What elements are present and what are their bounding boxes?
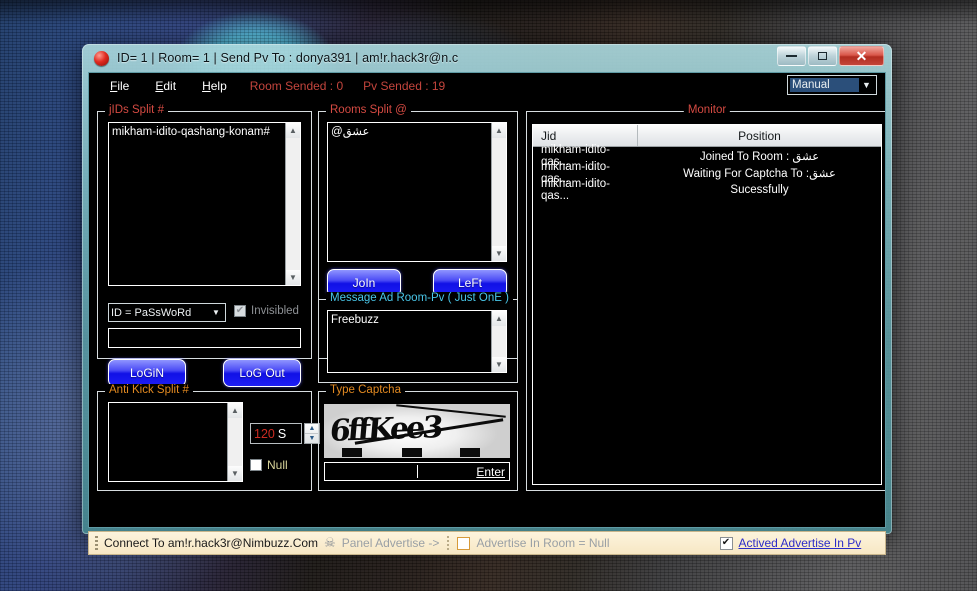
scroll-up-icon[interactable]: ▲ xyxy=(286,123,300,138)
password-combobox-value: ID = PaSsWoRd xyxy=(111,306,192,319)
menu-item-file[interactable]: File xyxy=(97,77,142,95)
cell-position: Sucessfully xyxy=(730,183,789,196)
antikick-seconds-value: 120 xyxy=(254,426,275,441)
scroll-down-icon[interactable]: ▼ xyxy=(228,466,242,481)
logout-button[interactable]: LoG Out xyxy=(223,359,301,387)
menu-bar: File Edit Help Room Sended : 0 Pv Sended… xyxy=(89,73,885,99)
text-caret xyxy=(417,465,418,478)
rooms-group-label: Rooms Split @ xyxy=(326,104,411,116)
password-combobox[interactable]: ID = PaSsWoRd ▼ xyxy=(108,303,226,322)
cell-position: Joined To Room : عشق xyxy=(699,150,820,163)
table-row[interactable]: mikham-idito-qas... Sucessfully xyxy=(533,178,881,202)
pv-sended-counter: Pv Sended : 19 xyxy=(363,79,446,93)
captcha-enter-link[interactable]: Enter xyxy=(476,465,505,479)
extra-text-input[interactable] xyxy=(108,328,301,348)
invisible-checkbox-wrap[interactable]: ✔ Invisibled xyxy=(234,305,299,317)
antikick-seconds-unit: S xyxy=(277,426,287,441)
jids-scrollbar[interactable]: ▲ ▼ xyxy=(285,123,300,285)
antikick-textarea[interactable]: ▲ ▼ xyxy=(108,402,243,482)
window-controls: ✕ xyxy=(777,46,884,66)
rooms-line: @عشق xyxy=(331,126,370,138)
panel-advertise-link[interactable]: Panel Advertise -> xyxy=(342,536,440,550)
jids-group-label: jIDs Split # xyxy=(105,104,168,116)
scroll-down-icon[interactable]: ▼ xyxy=(492,357,506,372)
app-red-sphere-icon xyxy=(94,50,109,66)
monitor-group-label: Monitor xyxy=(683,104,731,116)
null-checkbox-wrap[interactable]: Null xyxy=(250,458,288,472)
jids-textarea[interactable]: mikham-idito-qashang-konam# ▲ ▼ xyxy=(108,122,301,286)
status-grip xyxy=(95,536,98,550)
client-area: File Edit Help Room Sended : 0 Pv Sended… xyxy=(88,72,886,528)
antikick-group-label: Anti Kick Split # xyxy=(105,384,193,396)
maximize-button[interactable] xyxy=(808,46,837,66)
advertise-room-label: Advertise In Room = Null xyxy=(476,536,610,550)
advertise-pv-checkbox[interactable]: ✔ xyxy=(719,536,733,550)
antikick-group: Anti Kick Split # ▲ ▼ 120 S ▲ ▼ Null xyxy=(97,384,320,491)
jids-line: mikham-idito-qashang-konam# xyxy=(112,126,270,138)
captcha-group: Type Captcha 6ffKee3 Enter xyxy=(318,384,518,491)
message-ad-group: Message Ad Room-Pv ( Just OnE ) Freebuzz… xyxy=(318,292,518,383)
message-ad-textarea[interactable]: Freebuzz ▲ ▼ xyxy=(327,310,507,373)
monitor-listview[interactable]: Jid Position mikham-idito-qas... Joined … xyxy=(532,124,882,485)
menu-item-help[interactable]: Help xyxy=(189,77,240,95)
null-checkbox-label: Null xyxy=(267,458,288,472)
minimize-button[interactable] xyxy=(777,46,806,66)
captcha-input[interactable]: Enter xyxy=(324,462,510,481)
status-connect-text: Connect To am!r.hack3r@Nimbuzz.Com xyxy=(104,536,319,550)
invisible-checkbox[interactable]: ✔ xyxy=(234,305,246,317)
rooms-textarea[interactable]: @عشق ▲ ▼ xyxy=(327,122,507,262)
chevron-down-icon[interactable]: ▼ xyxy=(209,308,223,317)
mode-combobox[interactable]: Manual ▼ xyxy=(787,75,877,95)
status-bar: Connect To am!r.hack3r@Nimbuzz.Com ☠ Pan… xyxy=(88,531,886,555)
status-divider xyxy=(447,535,450,551)
room-sended-counter: Room Sended : 0 xyxy=(249,79,344,93)
captcha-group-label: Type Captcha xyxy=(326,384,405,396)
column-header-position[interactable]: Position xyxy=(638,125,881,146)
invisible-checkbox-label: Invisibled xyxy=(251,305,299,317)
close-button[interactable]: ✕ xyxy=(839,46,884,66)
advertise-pv-label: Actived Advertise In Pv xyxy=(738,536,862,550)
message-ad-group-label: Message Ad Room-Pv ( Just OnE ) xyxy=(326,292,513,304)
scroll-up-icon[interactable]: ▲ xyxy=(492,311,506,326)
antikick-seconds-field[interactable]: 120 S xyxy=(250,423,302,444)
scroll-up-icon[interactable]: ▲ xyxy=(492,123,506,138)
message-ad-line: Freebuzz xyxy=(331,314,379,326)
menu-item-edit[interactable]: Edit xyxy=(142,77,189,95)
chevron-down-icon[interactable]: ▼ xyxy=(859,80,874,90)
scroll-down-icon[interactable]: ▼ xyxy=(286,270,300,285)
captcha-image: 6ffKee3 xyxy=(324,404,510,458)
stepper-up-icon[interactable]: ▲ xyxy=(305,424,319,434)
login-button[interactable]: LoGiN xyxy=(108,359,186,387)
antikick-scrollbar[interactable]: ▲ ▼ xyxy=(227,403,242,481)
scroll-down-icon[interactable]: ▼ xyxy=(492,246,506,261)
stepper-down-icon[interactable]: ▼ xyxy=(305,434,319,443)
skull-icon: ☠ xyxy=(324,535,336,550)
application-window: ID= 1 | Room= 1 | Send Pv To : donya391 … xyxy=(82,44,892,555)
message-ad-scrollbar[interactable]: ▲ ▼ xyxy=(491,311,506,372)
mode-combobox-value: Manual xyxy=(790,78,859,92)
null-checkbox[interactable] xyxy=(250,459,262,471)
scroll-up-icon[interactable]: ▲ xyxy=(228,403,242,418)
monitor-group: Monitor Jid Position mikham-idito-qas...… xyxy=(526,104,885,491)
cell-position: Waiting For Captcha To :عشق xyxy=(683,167,836,180)
advertise-room-checkbox[interactable] xyxy=(457,536,471,550)
title-bar: ID= 1 | Room= 1 | Send Pv To : donya391 … xyxy=(88,44,886,72)
cell-jid: mikham-idito-qas... xyxy=(541,177,611,202)
jids-group: jIDs Split # mikham-idito-qashang-konam#… xyxy=(97,104,312,387)
rooms-scrollbar[interactable]: ▲ ▼ xyxy=(491,123,506,261)
window-title: ID= 1 | Room= 1 | Send Pv To : donya391 … xyxy=(117,51,459,65)
